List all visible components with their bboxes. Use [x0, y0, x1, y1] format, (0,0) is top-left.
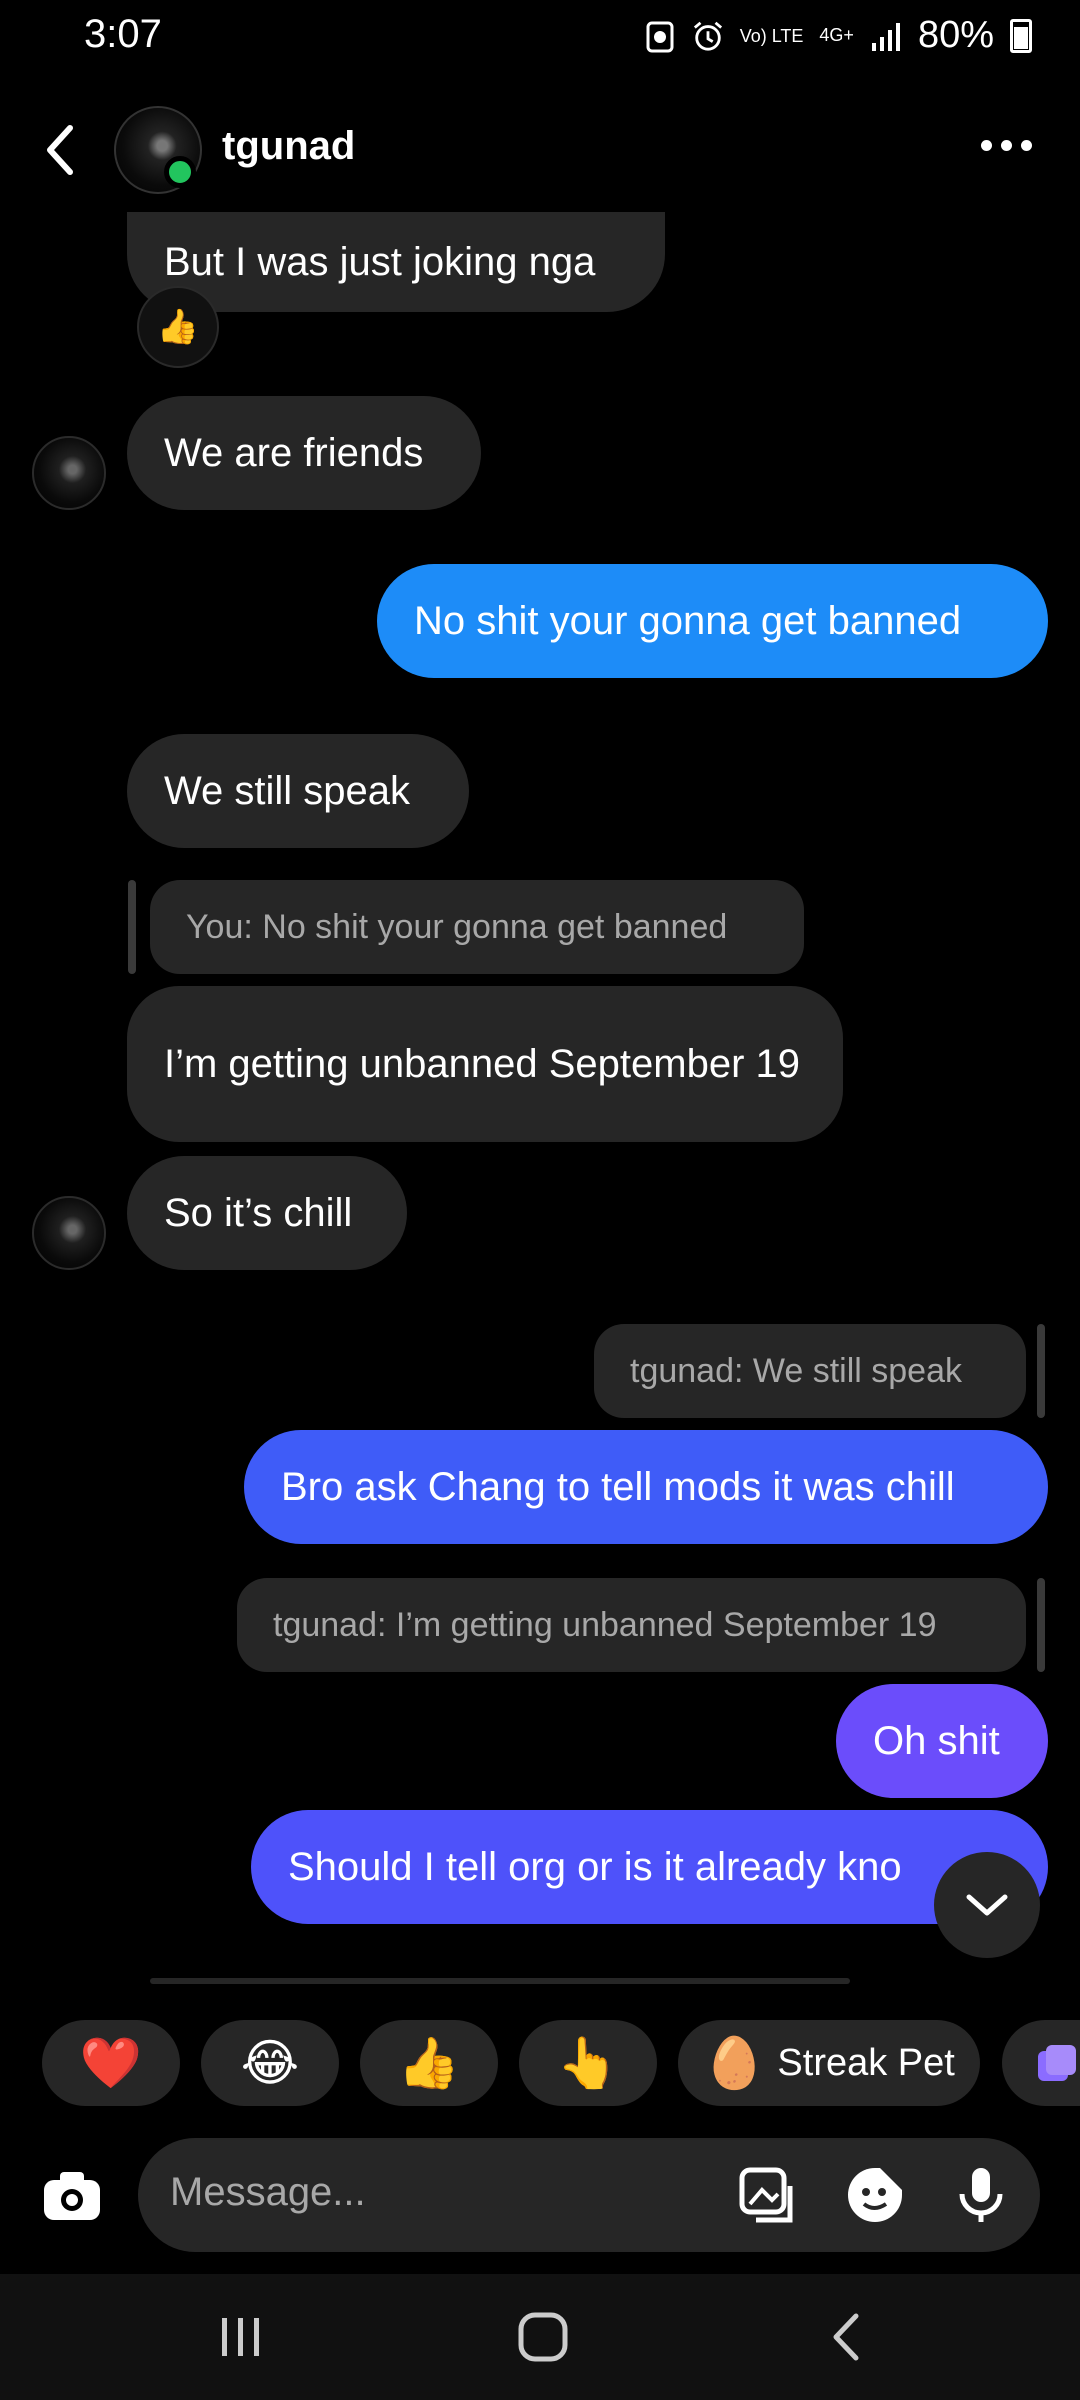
reply-preview-edge [150, 1978, 850, 1984]
camera-icon[interactable] [40, 2164, 104, 2228]
message-text: Should I tell org or is it already kno [288, 1845, 902, 1889]
status-icons: Vo) LTE 4G+ 80% [644, 14, 1032, 57]
scroll-to-bottom-button[interactable] [934, 1852, 1040, 1958]
signal-icon [871, 22, 900, 51]
sender-avatar [32, 436, 106, 510]
message-input[interactable]: Message... [170, 2170, 366, 2215]
back-arrow-icon[interactable] [40, 120, 80, 180]
quick-reaction-point-up[interactable]: 👆 [519, 2020, 657, 2106]
battery-percent: 80% [917, 14, 994, 56]
quick-reaction-heart[interactable]: ❤️ [42, 2020, 180, 2106]
reply-indicator [1037, 1578, 1045, 1672]
chevron-down-icon [966, 1894, 1008, 1916]
status-time: 3:07 [84, 12, 162, 56]
message-text: So it’s chill [164, 1191, 353, 1235]
system-back-icon[interactable] [826, 2310, 866, 2364]
reply-preview[interactable]: tgunad: We still speak [594, 1324, 1026, 1418]
alarm-icon [693, 21, 722, 51]
message-text: We are friends [164, 431, 424, 475]
message-bubble[interactable]: We still speak [127, 734, 469, 848]
quick-reaction-laugh[interactable]: 😂 [201, 2020, 339, 2106]
sticker-pack-icon [1038, 2045, 1076, 2081]
message-text: I’m getting unbanned September 19 [164, 1042, 800, 1086]
network-label: Vo) LTE [739, 25, 804, 46]
message-bubble[interactable]: No shit your gonna get banned [377, 564, 1048, 678]
microphone-icon[interactable] [950, 2164, 1012, 2226]
battery-saver-icon [646, 21, 674, 52]
reply-indicator [128, 880, 136, 974]
home-icon[interactable] [516, 2310, 570, 2364]
quick-reaction-thumbs-up[interactable]: 👍 [360, 2020, 498, 2106]
message-bubble[interactable]: We are friends [127, 396, 481, 510]
streak-pet-button[interactable]: 🥚 Streak Pet [678, 2020, 980, 2106]
message-text: Bro ask Chang to tell mods it was chill [281, 1465, 955, 1509]
battery-icon [1010, 18, 1032, 53]
egg-icon: 🥚 [703, 2034, 766, 2091]
message-text: Oh shit [873, 1719, 1000, 1763]
message-reaction[interactable]: 👍 [137, 286, 219, 368]
message-bubble[interactable]: Oh shit [836, 1684, 1048, 1798]
gallery-icon[interactable] [736, 2164, 798, 2226]
message-bubble[interactable]: But I was just joking nga [127, 212, 665, 312]
contact-username[interactable]: tgunad [222, 124, 355, 169]
recent-apps-icon[interactable] [216, 2312, 266, 2362]
message-text: But I was just joking nga [164, 240, 596, 284]
sticker-pack-button[interactable] [1002, 2020, 1080, 2106]
message-bubble[interactable]: I’m getting unbanned September 19 [127, 986, 843, 1142]
reply-indicator [1037, 1324, 1045, 1418]
message-bubble[interactable]: Bro ask Chang to tell mods it was chill [244, 1430, 1048, 1544]
sender-avatar [32, 1196, 106, 1270]
message-text: We still speak [164, 769, 411, 813]
sticker-icon[interactable] [844, 2164, 906, 2226]
reply-preview[interactable]: You: No shit your gonna get banned [150, 880, 804, 974]
streak-pet-label: Streak Pet [777, 2041, 955, 2084]
message-bubble[interactable]: So it’s chill [127, 1156, 407, 1270]
message-text: No shit your gonna get banned [414, 599, 962, 643]
message-bubble[interactable]: Should I tell org or is it already kno [251, 1810, 1048, 1924]
more-options-icon[interactable] [981, 140, 1032, 151]
reply-preview[interactable]: tgunad: I’m getting unbanned September 1… [237, 1578, 1026, 1672]
online-status-dot [164, 156, 196, 188]
network-gen-label: 4G+ [819, 25, 854, 45]
